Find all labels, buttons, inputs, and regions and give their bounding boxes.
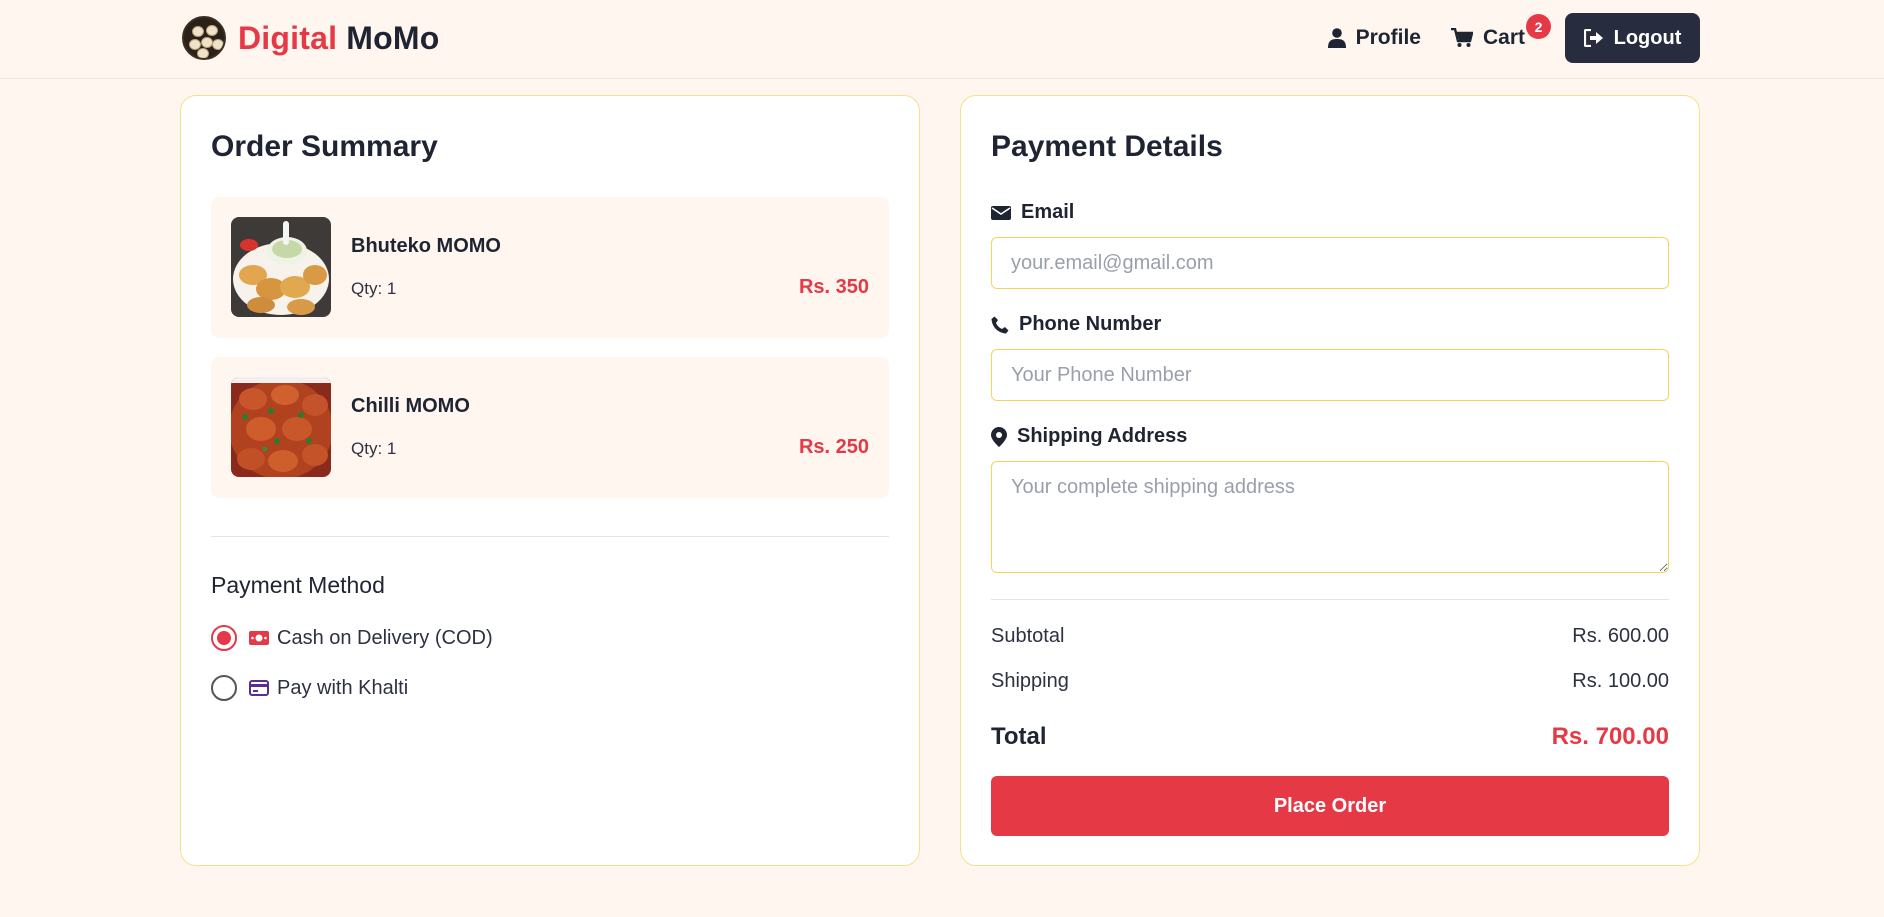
total-value: Rs. 700.00 (1551, 723, 1669, 750)
logout-label: Logout (1613, 26, 1682, 49)
sign-out-icon (1583, 29, 1603, 47)
subtotal-value: Rs. 600.00 (1572, 625, 1669, 647)
place-order-button[interactable]: Place Order (991, 776, 1669, 836)
phone-input[interactable] (991, 349, 1669, 401)
envelope-icon (991, 205, 1011, 220)
email-label-text: Email (1021, 201, 1075, 223)
chilli-momo-image (231, 377, 331, 477)
shipping-value: Rs. 100.00 (1572, 670, 1669, 692)
map-marker-icon (991, 426, 1007, 447)
brand-logo-link[interactable]: Digital MoMo (182, 15, 440, 61)
brand-name: Digital MoMo (238, 20, 440, 57)
total-row: Total Rs. 700.00 (991, 723, 1669, 751)
item-quantity: Qty: 1 (351, 439, 397, 458)
money-icon (249, 631, 269, 645)
payment-method-title: Payment Method (211, 572, 385, 598)
payment-option-cod[interactable]: Cash on Delivery (COD) (211, 625, 493, 651)
nav-profile-link[interactable]: Profile (1327, 26, 1421, 50)
item-name: Bhuteko MOMO (351, 235, 501, 257)
bhuteko-momo-image (231, 217, 331, 317)
cod-radio[interactable] (211, 625, 237, 651)
section-divider (211, 536, 889, 537)
nav-cart-link[interactable]: Cart 2 (1450, 14, 1551, 50)
email-label: Email (991, 201, 1074, 224)
nav-links: Profile Cart 2 Logout (1327, 13, 1700, 63)
cart-count-badge: 2 (1526, 14, 1551, 39)
phone-icon (991, 316, 1009, 333)
order-item: Chilli MOMO Qty: 1 Rs. 250 (211, 357, 889, 498)
subtotal-row: Subtotal Rs. 600.00 (991, 625, 1669, 648)
nav-cart-label: Cart (1482, 26, 1525, 49)
momo-logo-icon (182, 16, 226, 60)
order-summary-card: Order Summary Bhuteko MOMO Qty: 1 Rs. 35… (180, 95, 920, 866)
shipping-row: Shipping Rs. 100.00 (991, 670, 1669, 693)
phone-label-text: Phone Number (1019, 313, 1162, 335)
payment-details-card: Payment Details Email Phone Number Shipp… (960, 95, 1700, 866)
nav-profile-label: Profile (1355, 26, 1421, 49)
phone-label: Phone Number (991, 313, 1161, 336)
credit-card-icon (249, 680, 269, 696)
shopping-cart-icon (1450, 28, 1473, 47)
payment-details-title: Payment Details (991, 130, 1223, 163)
khalti-radio[interactable] (211, 675, 237, 701)
brand-name-part1: Digital (238, 19, 338, 56)
item-name: Chilli MOMO (351, 395, 470, 417)
item-price: Rs. 250 (798, 436, 869, 458)
shipping-label: Shipping (991, 670, 1069, 692)
address-label: Shipping Address (991, 425, 1187, 448)
summary-divider (991, 599, 1669, 600)
user-icon (1327, 28, 1346, 48)
item-price: Rs. 350 (798, 276, 869, 298)
address-label-text: Shipping Address (1017, 425, 1188, 447)
subtotal-label: Subtotal (991, 625, 1065, 647)
payment-option-label: Pay with Khalti (277, 676, 409, 699)
top-navbar: Digital MoMo Profile Cart 2 Logout (0, 0, 1884, 79)
order-summary-title: Order Summary (211, 130, 438, 163)
email-input[interactable] (991, 237, 1669, 289)
shipping-address-textarea[interactable] (991, 461, 1669, 573)
total-label: Total (991, 723, 1047, 750)
logout-button[interactable]: Logout (1565, 13, 1700, 63)
item-quantity: Qty: 1 (351, 279, 397, 298)
payment-option-label: Cash on Delivery (COD) (277, 626, 493, 649)
brand-name-part2: MoMo (346, 19, 440, 56)
order-item: Bhuteko MOMO Qty: 1 Rs. 350 (211, 197, 889, 338)
payment-option-khalti[interactable]: Pay with Khalti (211, 675, 408, 701)
